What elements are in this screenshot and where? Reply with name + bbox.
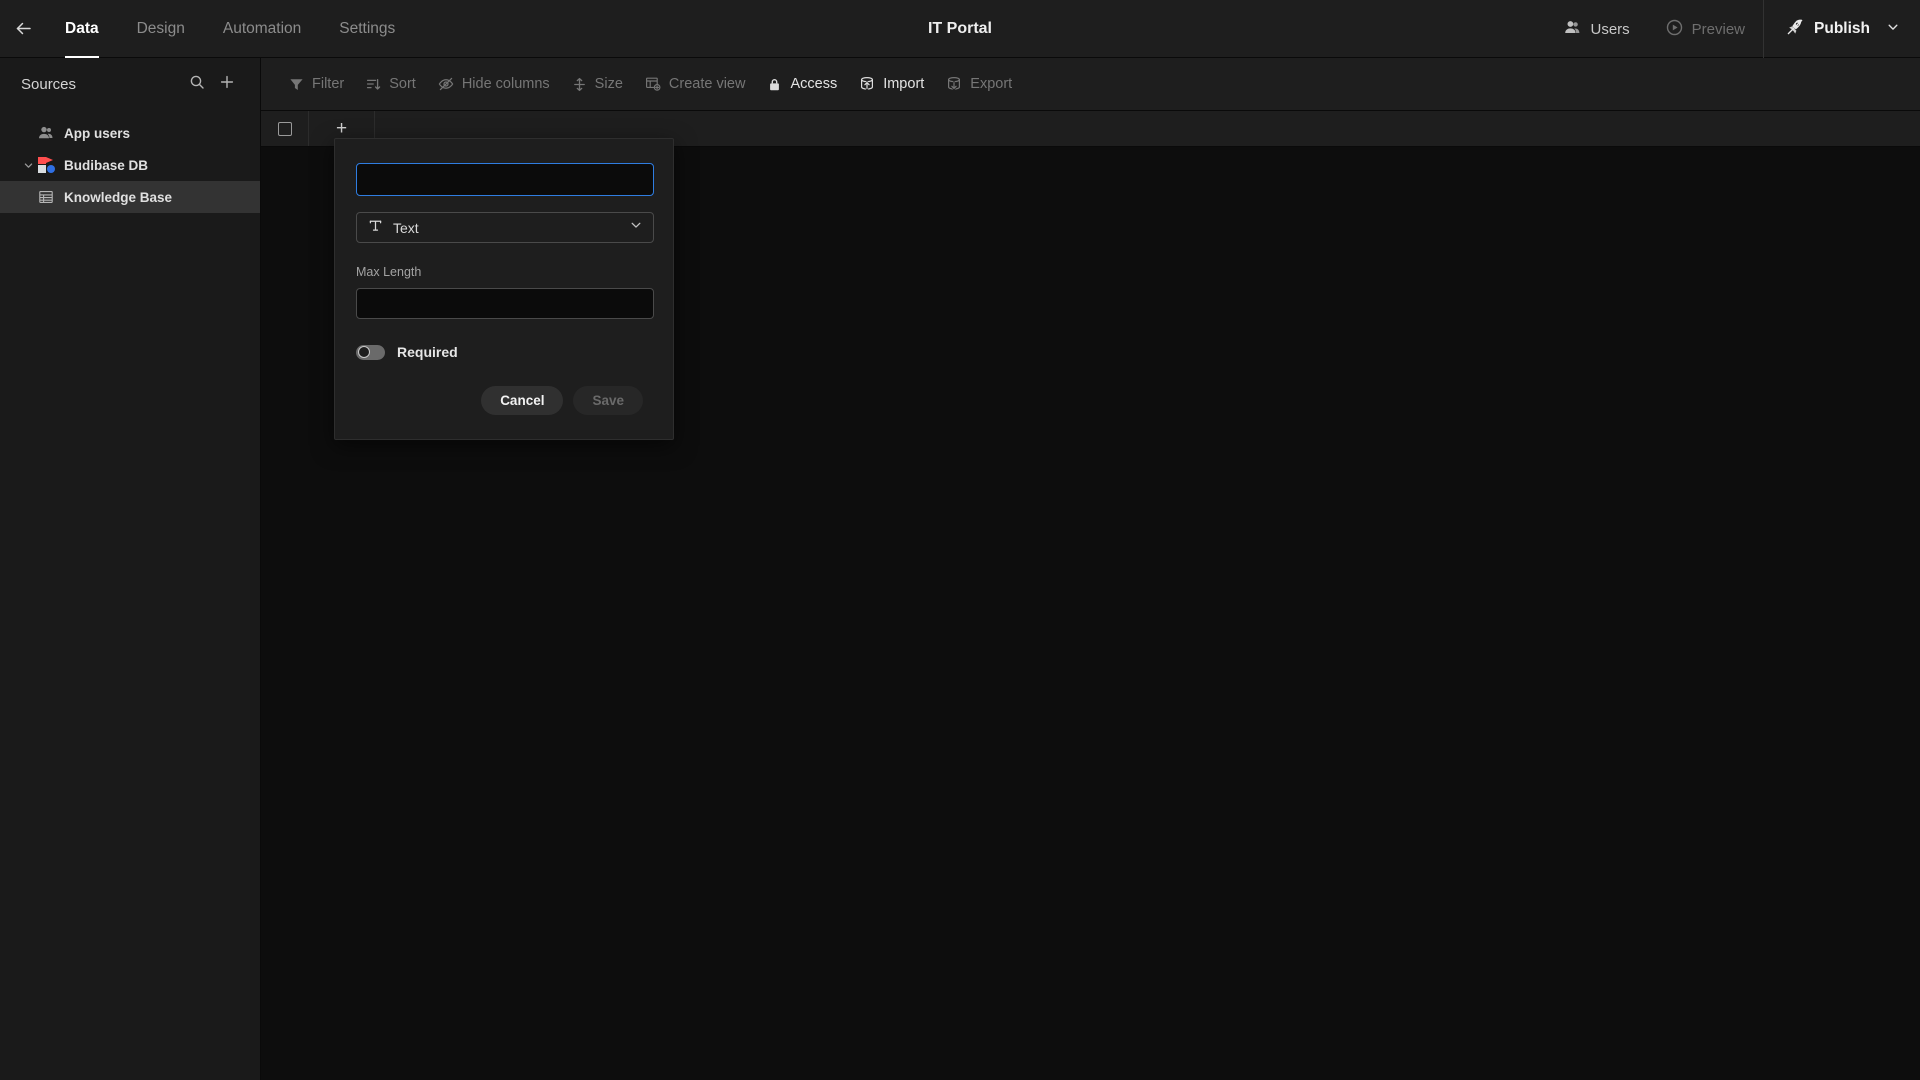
popover-actions: Cancel Save <box>356 386 652 415</box>
search-icon <box>189 74 205 95</box>
preview-label: Preview <box>1691 20 1746 38</box>
tab-design-label: Design <box>136 19 185 37</box>
filter-button[interactable]: Filter <box>278 68 355 100</box>
table-icon <box>38 189 64 205</box>
create-view-label: Create view <box>668 76 746 92</box>
required-toggle[interactable] <box>356 344 385 360</box>
publish-button[interactable]: Publish <box>1764 0 1882 58</box>
sidebar-title: Sources <box>21 76 77 93</box>
create-view-button[interactable]: Create view <box>634 68 757 100</box>
arrow-left-icon <box>13 18 34 39</box>
column-type-select[interactable]: Text <box>356 212 654 243</box>
users-button[interactable]: Users <box>1546 0 1647 58</box>
publish-dropdown-button[interactable] <box>1882 20 1914 39</box>
max-length-input[interactable] <box>356 288 654 319</box>
budibase-logo-icon <box>38 156 64 174</box>
max-length-label: Max Length <box>356 265 422 279</box>
checkbox-icon <box>277 121 292 136</box>
filter-icon <box>289 77 304 92</box>
create-view-icon <box>645 76 661 92</box>
required-toggle-row[interactable]: Required <box>356 344 652 360</box>
sidebar-item-budibase-db[interactable]: Budibase DB <box>0 149 260 181</box>
column-type-value: Text <box>393 219 419 236</box>
top-header: Data Design Automation Settings IT Porta… <box>0 0 1920 58</box>
text-type-icon <box>368 218 383 238</box>
grid-toolbar: Filter Sort Hide columns Size Create vie… <box>261 58 1920 111</box>
sort-label: Sort <box>389 76 416 92</box>
users-icon <box>38 125 64 141</box>
export-button[interactable]: Export <box>935 68 1023 100</box>
users-label: Users <box>1590 20 1630 38</box>
plus-icon <box>219 74 235 95</box>
row-height-icon <box>572 77 587 92</box>
select-all-checkbox[interactable] <box>261 111 309 146</box>
sidebar-item-app-users[interactable]: App users <box>0 117 260 149</box>
column-name-input[interactable] <box>356 163 654 196</box>
size-label: Size <box>594 76 623 92</box>
access-label: Access <box>790 76 838 92</box>
chevron-down-icon <box>629 218 643 237</box>
import-icon <box>859 76 875 92</box>
tab-automation-label: Automation <box>222 19 302 37</box>
tab-settings-label: Settings <box>339 19 396 37</box>
create-column-popover: Text Max Length Required Cancel Save <box>334 138 674 440</box>
export-label: Export <box>970 76 1013 92</box>
sidebar-item-label: App users <box>64 125 131 141</box>
rocket-icon <box>1786 18 1804 41</box>
sort-button[interactable]: Sort <box>355 68 427 100</box>
tab-design[interactable]: Design <box>118 0 204 58</box>
export-icon <box>946 76 962 92</box>
hide-columns-label: Hide columns <box>461 76 550 92</box>
chevron-down-icon <box>1886 20 1900 39</box>
publish-label: Publish <box>1814 20 1870 37</box>
preview-button[interactable]: Preview <box>1648 0 1763 58</box>
sidebar-item-label: Budibase DB <box>64 157 149 173</box>
plus-icon: + <box>335 118 348 139</box>
tab-data[interactable]: Data <box>46 0 118 58</box>
required-label: Required <box>397 344 458 360</box>
main-nav-tabs: Data Design Automation Settings <box>46 0 414 58</box>
play-circle-icon <box>1666 19 1683 40</box>
publish-group: Publish <box>1763 0 1920 58</box>
tab-settings[interactable]: Settings <box>320 0 414 58</box>
users-icon <box>1564 19 1581 40</box>
save-button[interactable]: Save <box>573 386 643 415</box>
sidebar-search-button[interactable] <box>182 70 212 100</box>
tab-automation[interactable]: Automation <box>204 0 320 58</box>
chevron-down-icon[interactable] <box>18 160 38 171</box>
header-actions: Users Preview Publish <box>1546 0 1920 58</box>
sources-sidebar: Sources App users Budibase DB Knowledge … <box>0 58 261 1080</box>
size-button[interactable]: Size <box>561 68 634 100</box>
tab-data-label: Data <box>65 19 99 37</box>
import-label: Import <box>883 76 925 92</box>
lock-icon <box>767 77 782 92</box>
back-button[interactable] <box>0 0 46 58</box>
cancel-button[interactable]: Cancel <box>481 386 564 415</box>
hide-columns-button[interactable]: Hide columns <box>427 68 561 100</box>
sort-icon <box>366 77 381 92</box>
sidebar-item-knowledge-base[interactable]: Knowledge Base <box>0 181 260 213</box>
sidebar-header: Sources <box>0 58 260 111</box>
filter-label: Filter <box>312 76 345 92</box>
eye-off-icon <box>438 76 454 92</box>
toggle-knob <box>357 346 370 358</box>
access-button[interactable]: Access <box>756 68 848 100</box>
sidebar-item-label: Knowledge Base <box>64 189 173 205</box>
import-button[interactable]: Import <box>848 68 935 100</box>
sidebar-add-source-button[interactable] <box>212 70 242 100</box>
